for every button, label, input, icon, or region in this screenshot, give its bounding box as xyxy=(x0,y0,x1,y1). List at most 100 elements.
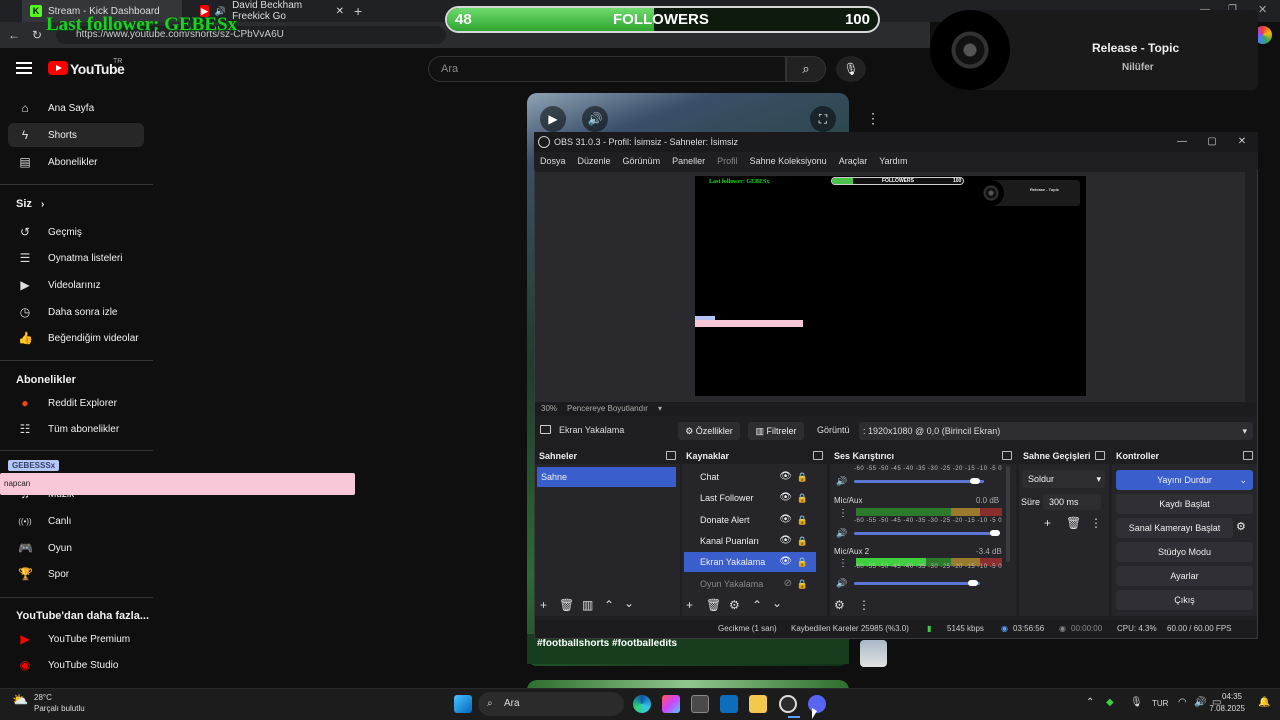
chevron-down-icon[interactable]: ▾ xyxy=(658,402,662,416)
duration-input[interactable]: 300 ms xyxy=(1043,494,1101,510)
sidebar-item-gaming[interactable]: 🎮 Oyun xyxy=(8,536,144,560)
windows-start-icon[interactable] xyxy=(454,695,472,713)
mic-icon[interactable]: 🎙 xyxy=(1130,697,1143,708)
eye-icon[interactable]: 👁 xyxy=(779,467,792,487)
volume-fader[interactable] xyxy=(854,480,984,483)
edge-icon[interactable] xyxy=(633,695,651,713)
fullscreen-icon[interactable]: ⛶ xyxy=(810,106,836,132)
more-options-icon[interactable]: ⋮ xyxy=(838,558,848,569)
sidebar-item-history[interactable]: ↺ Geçmiş xyxy=(8,220,144,244)
outlook-icon[interactable] xyxy=(720,695,738,713)
notifications-icon[interactable]: 🔔 xyxy=(1258,697,1270,708)
menu-profile[interactable]: Profil xyxy=(717,156,738,166)
trash-icon[interactable]: 🗑 xyxy=(559,598,574,612)
you-section-title[interactable]: Siz › xyxy=(16,198,44,210)
add-icon[interactable]: + xyxy=(686,598,693,612)
speaker-icon[interactable]: 🔊 xyxy=(836,528,847,539)
move-up-icon[interactable]: ⌃ xyxy=(752,598,762,612)
filter-icon[interactable]: ▥ xyxy=(582,598,593,612)
zoom-level[interactable]: 30% xyxy=(541,402,557,416)
more-options-icon[interactable]: ⋮ xyxy=(858,598,870,612)
gear-icon[interactable]: ⚙ xyxy=(729,598,740,612)
lock-icon[interactable]: 🔒 xyxy=(797,488,808,508)
source-item[interactable]: Last Follower 👁 🔒 xyxy=(684,488,816,508)
tray-app-icon[interactable]: ◆ xyxy=(1106,697,1114,708)
properties-button[interactable]: ⚙ Özellikler xyxy=(678,422,740,440)
add-icon[interactable]: + xyxy=(540,598,547,612)
lock-icon[interactable]: 🔒 xyxy=(797,574,808,594)
chevron-up-icon[interactable]: ⌃ xyxy=(1086,697,1094,708)
weather-icon[interactable]: ⛅ xyxy=(12,692,28,708)
obs-taskbar-icon[interactable] xyxy=(779,695,797,713)
move-up-icon[interactable]: ⌃ xyxy=(604,598,614,612)
sidebar-item-watch-later[interactable]: ◷ Daha sonra izle xyxy=(8,300,144,324)
mic-icon[interactable]: 🎙 xyxy=(836,56,866,82)
add-icon[interactable]: + xyxy=(1044,516,1051,530)
sidebar-item-live[interactable]: ((•)) Canlı xyxy=(8,509,144,533)
menu-help[interactable]: Yardım xyxy=(879,156,907,166)
studio-mode-button[interactable]: Stüdyo Modu xyxy=(1116,542,1253,562)
lock-icon[interactable]: 🔒 xyxy=(797,467,808,487)
menu-docks[interactable]: Paneller xyxy=(672,156,705,166)
zoom-mode[interactable]: Pencereye Boyutlandır xyxy=(567,402,648,416)
undock-icon[interactable] xyxy=(1243,451,1253,460)
search-icon[interactable]: ⌕ xyxy=(786,56,826,82)
fader-knob[interactable] xyxy=(990,530,1000,536)
undock-icon[interactable] xyxy=(666,451,676,460)
sidebar-item-subscriptions[interactable]: ▤ Abonelikler xyxy=(8,150,144,174)
scene-item[interactable]: Sahne xyxy=(537,467,676,487)
eye-icon[interactable]: 👁 xyxy=(779,488,792,508)
more-options-icon[interactable]: ⋮ xyxy=(838,508,848,519)
more-options-icon[interactable]: ⋮ xyxy=(1090,516,1102,530)
play-icon[interactable]: ▶ xyxy=(540,106,566,132)
sidebar-item-shorts[interactable]: ϟ Shorts xyxy=(8,123,144,147)
transition-select[interactable]: Soldur ▾ xyxy=(1022,470,1105,488)
eye-icon[interactable]: 👁 xyxy=(779,552,792,572)
more-options-icon[interactable]: ⋮ xyxy=(866,110,880,127)
menu-edit[interactable]: Düzenle xyxy=(578,156,611,166)
source-item-hidden[interactable]: Oyun Yakalama ⊘ 🔒 xyxy=(684,574,816,594)
fader-knob[interactable] xyxy=(968,580,978,586)
sidebar-item-all-subscriptions[interactable]: ☷ Tüm abonelikler xyxy=(8,417,144,441)
volume-fader[interactable] xyxy=(854,532,1000,535)
reload-icon[interactable]: ↻ xyxy=(32,28,42,42)
maximize-icon[interactable]: ▢ xyxy=(1198,134,1226,150)
filters-button[interactable]: ▥ Filtreler xyxy=(748,422,804,440)
sidebar-item-liked-videos[interactable]: 👍 Beğendiğim videolar xyxy=(8,326,144,350)
fader-knob[interactable] xyxy=(970,478,980,484)
gear-icon[interactable]: ⚙ xyxy=(834,598,845,612)
lock-icon[interactable]: 🔒 xyxy=(797,531,808,551)
wifi-icon[interactable]: ◠ xyxy=(1178,697,1187,708)
mixer-scrollbar[interactable] xyxy=(1006,466,1010,562)
close-window-icon[interactable]: ✕ xyxy=(1258,3,1267,16)
speaker-icon[interactable]: 🔊 xyxy=(836,578,847,589)
undock-icon[interactable] xyxy=(1002,451,1012,460)
settings-button[interactable]: Ayarlar xyxy=(1116,566,1253,586)
clock-time[interactable]: 04:35 xyxy=(1220,692,1242,701)
eye-off-icon[interactable]: ⊘ xyxy=(784,574,792,594)
trash-icon[interactable]: 🗑 xyxy=(1066,516,1081,530)
close-icon[interactable]: ✕ xyxy=(1228,134,1256,150)
obs-preview-canvas[interactable] xyxy=(695,176,1086,396)
menu-icon[interactable] xyxy=(16,62,32,74)
sidebar-item-home[interactable]: ⌂ Ana Sayfa xyxy=(8,96,144,120)
stop-streaming-button[interactable]: Yayını Durdur ⌄ xyxy=(1116,470,1253,490)
clock-date[interactable]: 7.08.2025 xyxy=(1205,704,1245,713)
sidebar-item-playlists[interactable]: ☰ Oynatma listeleri xyxy=(8,246,144,270)
eye-icon[interactable]: 👁 xyxy=(779,531,792,551)
menu-file[interactable]: Dosya xyxy=(540,156,566,166)
volume-icon[interactable]: 🔊 xyxy=(582,106,608,132)
sidebar-item-your-videos[interactable]: ▶ Videolarınız xyxy=(8,273,144,297)
taskbar-search[interactable]: ⌕ Ara xyxy=(478,692,624,716)
trash-icon[interactable]: 🗑 xyxy=(706,598,721,612)
source-item[interactable]: Donate Alert 👁 🔒 xyxy=(684,510,816,530)
new-tab-icon[interactable]: + xyxy=(354,3,362,19)
undock-icon[interactable] xyxy=(1095,451,1105,460)
move-down-icon[interactable]: ⌄ xyxy=(624,596,634,610)
file-explorer-icon[interactable] xyxy=(749,695,767,713)
weather-temp[interactable]: 28°C xyxy=(34,693,52,702)
speaker-icon[interactable]: 🔊 xyxy=(836,476,847,487)
youtube-logo-icon[interactable] xyxy=(48,61,68,75)
exit-button[interactable]: Çıkış xyxy=(1116,590,1253,610)
search-input[interactable]: Ara xyxy=(428,56,786,82)
